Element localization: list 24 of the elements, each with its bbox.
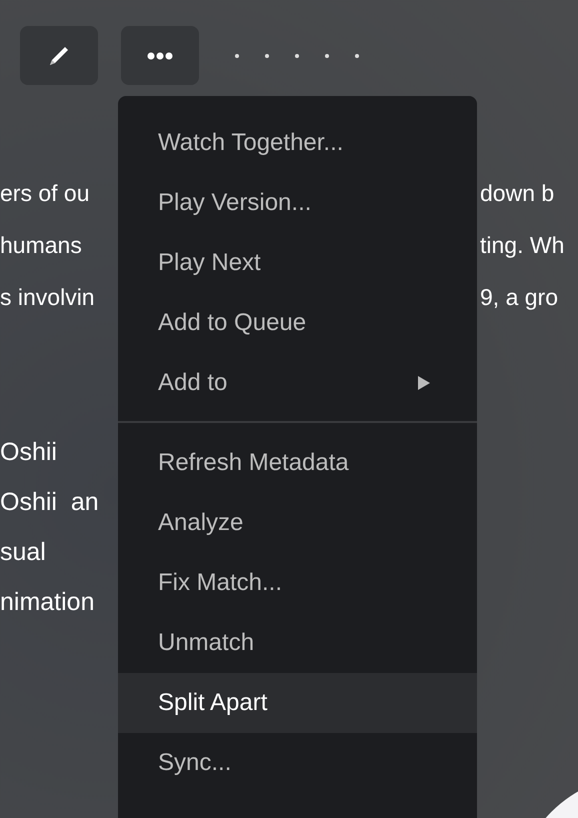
credit-text: Oshii: [0, 438, 57, 466]
menu-item[interactable]: Analyze: [118, 493, 477, 553]
menu-item[interactable]: Add to Queue: [118, 293, 477, 353]
summary-text: 9, a gro: [480, 284, 558, 310]
more-button[interactable]: [121, 26, 199, 85]
menu-item[interactable]: Sync...: [118, 733, 477, 793]
summary-text: ers of ou: [0, 180, 90, 206]
credit-text: sual: [0, 538, 46, 566]
credit-text: Oshii an: [0, 488, 99, 516]
menu-item[interactable]: Unmatch: [118, 613, 477, 673]
summary-text: down b: [480, 180, 554, 206]
more-icon: [145, 50, 175, 60]
summary-text: humans: [0, 232, 82, 258]
summary-text: s involvin: [0, 284, 95, 310]
summary-text: ting. Wh: [480, 232, 564, 258]
menu-item[interactable]: Refresh Metadata: [118, 433, 477, 493]
edit-button[interactable]: [20, 26, 98, 85]
menu-item[interactable]: Watch Together...: [118, 113, 477, 173]
menu-item[interactable]: Play Version...: [118, 173, 477, 233]
menu-item[interactable]: Play Next: [118, 233, 477, 293]
menu-item[interactable]: Add to: [118, 353, 477, 413]
menu-item[interactable]: Split Apart: [118, 673, 477, 733]
credit-text: nimation: [0, 588, 94, 616]
menu-item[interactable]: Fix Match...: [118, 553, 477, 613]
